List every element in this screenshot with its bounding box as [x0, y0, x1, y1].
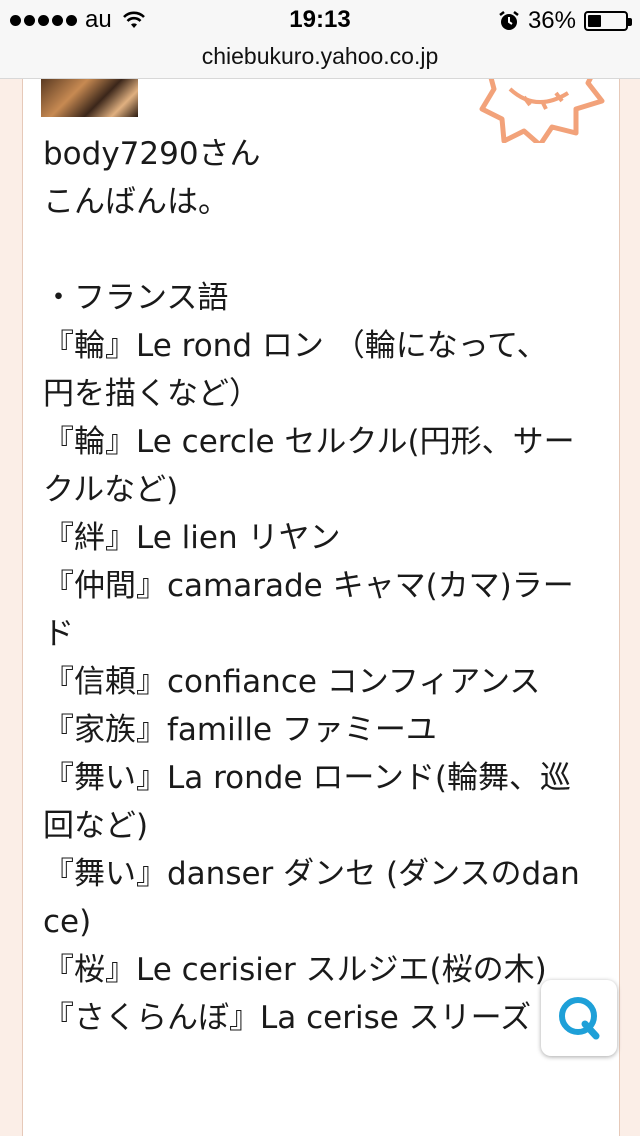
- url-text[interactable]: chiebukuro.yahoo.co.jp: [0, 43, 640, 70]
- status-right: 36%: [498, 7, 632, 35]
- battery-fill: [588, 15, 601, 27]
- answer-line: 『輪』Le cercle セルクル(円形、サー: [43, 424, 575, 460]
- search-q-icon: [559, 997, 600, 1040]
- answer-line: 『舞い』La ronde ローンド(輪舞、巡: [43, 760, 571, 796]
- battery-icon: [584, 11, 632, 31]
- answer-line: ド: [43, 616, 74, 652]
- answer-body: body7290さん こんばんは。 ・フランス語『輪』Le rond ロン （輪にな…: [43, 130, 603, 1042]
- answer-line: 『家族』famille ファミーユ: [43, 712, 437, 748]
- address-bar[interactable]: chiebukuro.yahoo.co.jp: [0, 40, 640, 79]
- user-avatar[interactable]: [41, 79, 138, 117]
- answer-line: 『絆』Le lien リヤン: [43, 520, 341, 556]
- answer-line: 『輪』Le rond ロン （輪になって、: [43, 328, 548, 364]
- battery-percent: 36%: [527, 7, 576, 34]
- answer-line: body7290さん: [43, 136, 261, 172]
- answer-line: クルなど): [43, 472, 179, 508]
- answer-line: [43, 226, 603, 274]
- answer-line: 『桜』Le cerisier スルジエ(桜の木): [43, 952, 547, 988]
- answer-line: ・フランス語: [43, 280, 229, 316]
- answer-line: こんばんは。: [43, 184, 229, 220]
- search-button[interactable]: [541, 980, 617, 1056]
- answer-line: 『信頼』confiance コンフィアンス: [43, 664, 541, 700]
- status-bar: au 19:13 36%: [0, 0, 640, 40]
- alarm-clock-icon: [499, 11, 519, 30]
- answer-line: 『仲間』camarade キャマ(カマ)ラー: [43, 568, 574, 604]
- answer-line: 『舞い』danser ダンセ (ダンスのdan: [43, 856, 580, 892]
- answer-line: 『さくらんぼ』La cerise スリーズ: [43, 1000, 532, 1036]
- answer-line: 円を描くなど）: [43, 376, 260, 412]
- answer-line: ce): [43, 904, 92, 940]
- answer-line: 回など): [43, 808, 149, 844]
